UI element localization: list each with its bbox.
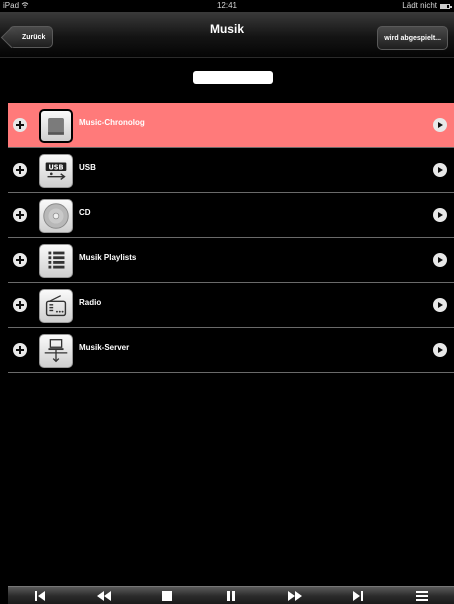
queue-icon [416,590,429,601]
usb-icon: USB [39,154,73,188]
playlist-icon [39,244,73,278]
play-icon[interactable] [433,343,447,357]
cd-icon [39,199,73,233]
stop-icon [162,590,173,601]
play-icon[interactable] [433,253,447,267]
battery-status-text: Lädt nicht [402,1,437,10]
list-item-musik-server[interactable]: Musik-Server [8,328,454,373]
now-playing-button[interactable]: wird abgespielt... [377,26,448,50]
skip-back-button[interactable] [29,588,51,604]
list-item-label: Radio [79,298,102,307]
source-list: Music-Chronolog USB USB CD Musik Playlis… [8,103,454,373]
play-icon[interactable] [433,208,447,222]
list-item-usb[interactable]: USB USB [8,148,454,193]
fast-forward-icon [287,590,302,601]
add-icon[interactable] [13,118,27,132]
radio-icon [39,289,73,323]
add-icon[interactable] [13,343,27,357]
search-input[interactable] [193,71,273,84]
list-item-music-chronolog[interactable]: Music-Chronolog [8,103,454,148]
add-icon[interactable] [13,163,27,177]
app-screen: iPad 12:41 Lädt nicht Zurück Musik wird … [0,0,454,604]
search-bar [0,59,454,101]
stop-button[interactable] [156,588,178,604]
queue-button[interactable] [411,588,433,604]
rewind-button[interactable] [93,588,115,604]
list-item-radio[interactable]: Radio [8,283,454,328]
list-item-cd[interactable]: CD [8,193,454,238]
fast-forward-button[interactable] [284,588,306,604]
play-icon[interactable] [433,118,447,132]
skip-forward-icon [353,590,364,601]
rewind-icon [96,590,111,601]
list-item-musik-playlists[interactable]: Musik Playlists [8,238,454,283]
list-item-label: Music-Chronolog [79,118,145,127]
hard-drive-icon [39,109,73,143]
list-item-label: USB [79,163,96,172]
status-bar: iPad 12:41 Lädt nicht [0,0,454,12]
add-icon[interactable] [13,298,27,312]
transport-toolbar [8,586,454,604]
svg-text:USB: USB [48,164,63,172]
battery-icon [440,3,452,9]
pause-icon [226,590,235,601]
list-item-label: Musik Playlists [79,253,137,262]
clock: 12:41 [216,1,238,10]
add-icon[interactable] [13,253,27,267]
server-icon [39,334,73,368]
navigation-bar: Zurück Musik wird abgespielt... [0,12,454,58]
list-item-label: Musik-Server [79,343,130,352]
pause-button[interactable] [220,588,242,604]
skip-back-icon [34,590,45,601]
list-item-label: CD [79,208,91,217]
add-icon[interactable] [13,208,27,222]
skip-forward-button[interactable] [347,588,369,604]
play-icon[interactable] [433,163,447,177]
play-icon[interactable] [433,298,447,312]
